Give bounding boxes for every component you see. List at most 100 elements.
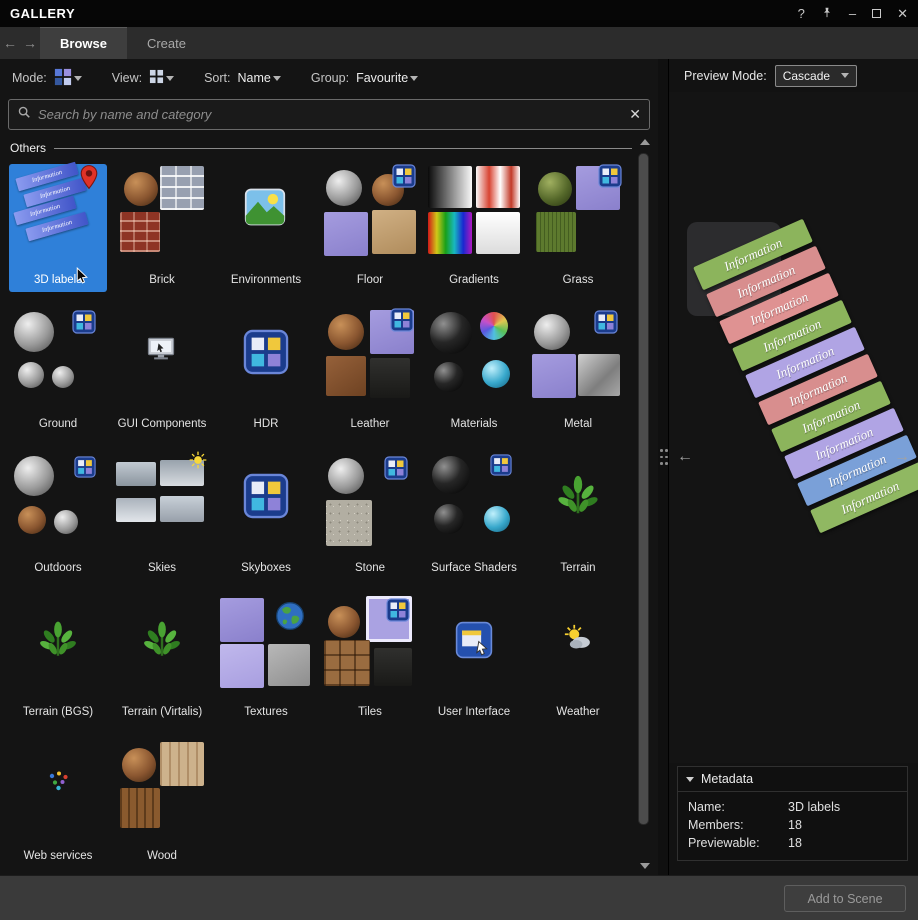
category-item[interactable]: Gradients — [422, 160, 526, 304]
category-card[interactable]: Surface Shaders — [425, 452, 523, 580]
group-dropdown[interactable]: Favourite — [356, 71, 418, 85]
category-item[interactable]: Grass — [526, 160, 630, 304]
category-card[interactable]: Floor — [321, 164, 419, 292]
category-card[interactable]: Stone — [321, 452, 419, 580]
brown-sphere — [328, 314, 364, 350]
category-card[interactable]: Tiles — [321, 596, 419, 724]
category-item[interactable]: Terrain (BGS) — [6, 592, 110, 736]
tab-browse[interactable]: Browse — [40, 27, 127, 59]
category-card[interactable]: Wood — [113, 740, 211, 868]
metal-tile — [578, 354, 620, 396]
search-icon — [17, 105, 31, 124]
category-item[interactable]: Terrain (Virtalis) — [110, 592, 214, 736]
brown-sphere — [18, 506, 46, 534]
view-dropdown[interactable] — [149, 69, 174, 87]
appblue-icon — [74, 456, 96, 478]
metadata-panel: Metadata Name:3D labelsMembers:18Preview… — [677, 766, 908, 861]
category-thumbnail — [218, 596, 314, 692]
category-card[interactable]: Terrain — [529, 452, 627, 580]
category-label: Brick — [113, 274, 211, 286]
category-card[interactable]: Leather — [321, 308, 419, 436]
category-item[interactable]: InformationInformationInformationInforma… — [6, 160, 110, 304]
close-button[interactable]: ✕ — [897, 7, 908, 20]
back-button[interactable]: ← — [0, 27, 20, 59]
category-item[interactable]: Floor — [318, 160, 422, 304]
vertical-scrollbar[interactable] — [637, 139, 650, 869]
category-card[interactable]: Metal — [529, 308, 627, 436]
appblue-icon — [390, 308, 414, 332]
category-card[interactable]: Environments — [217, 164, 315, 292]
category-card[interactable]: Textures — [217, 596, 315, 724]
pin-icon — [76, 164, 102, 190]
category-card[interactable]: Ground — [9, 308, 107, 436]
category-item[interactable]: HDR — [214, 304, 318, 448]
category-card[interactable]: GUI Components — [113, 308, 211, 436]
category-item[interactable]: Stone — [318, 448, 422, 592]
add-to-scene-button[interactable]: Add to Scene — [784, 885, 906, 912]
category-card[interactable]: User Interface — [425, 596, 523, 724]
category-card[interactable]: Skyboxes — [217, 452, 315, 580]
category-card[interactable]: Skies — [113, 452, 211, 580]
category-item[interactable]: Skies — [110, 448, 214, 592]
category-item[interactable]: Weather — [526, 592, 630, 736]
category-item[interactable]: Tiles — [318, 592, 422, 736]
category-thumbnail — [218, 164, 314, 260]
view-label: View: — [112, 71, 142, 85]
metadata-header[interactable]: Metadata — [678, 767, 907, 792]
collapse-icon — [686, 777, 694, 782]
tab-create[interactable]: Create — [127, 27, 206, 59]
category-item[interactable]: Ground — [6, 304, 110, 448]
category-item[interactable]: Web services — [6, 736, 110, 880]
bottom-bar: Add to Scene — [0, 875, 918, 920]
mode-dropdown[interactable] — [54, 68, 82, 89]
scroll-up-icon[interactable] — [640, 139, 650, 145]
category-card[interactable]: Gradients — [425, 164, 523, 292]
category-item[interactable]: User Interface — [422, 592, 526, 736]
scroll-down-icon[interactable] — [640, 863, 650, 869]
pane-splitter[interactable] — [658, 59, 668, 875]
help-button[interactable]: ? — [798, 7, 805, 20]
preview-prev-button[interactable]: ← — [677, 448, 693, 466]
category-item[interactable]: Textures — [214, 592, 318, 736]
pin-icon[interactable] — [821, 7, 833, 21]
category-item[interactable]: Brick — [110, 160, 214, 304]
gray-sphere — [18, 362, 44, 388]
category-card-selected[interactable]: InformationInformationInformationInforma… — [9, 164, 107, 292]
category-card[interactable]: Outdoors — [9, 452, 107, 580]
preview-next-button[interactable]: → — [894, 448, 910, 466]
category-item[interactable]: Wood — [110, 736, 214, 880]
category-card[interactable]: Brick — [113, 164, 211, 292]
category-card[interactable]: Materials — [425, 308, 523, 436]
category-label: Grass — [529, 274, 627, 286]
category-label: HDR — [217, 418, 315, 430]
titlebar-buttons: ? – ✕ — [798, 7, 908, 21]
metadata-value: 18 — [788, 816, 802, 834]
forward-button[interactable]: → — [20, 27, 40, 59]
brown-sphere — [124, 172, 158, 206]
search-input[interactable] — [38, 107, 622, 122]
category-item[interactable]: GUI Components — [110, 304, 214, 448]
category-label: Skyboxes — [217, 562, 315, 574]
scrollbar-thumb[interactable] — [638, 153, 649, 825]
minimize-button[interactable]: – — [849, 7, 856, 20]
preview-mode-dropdown[interactable]: Cascade — [775, 65, 857, 87]
category-item[interactable]: Outdoors — [6, 448, 110, 592]
category-item[interactable]: Leather — [318, 304, 422, 448]
category-card[interactable]: Web services — [9, 740, 107, 868]
category-item[interactable]: Metal — [526, 304, 630, 448]
category-item[interactable]: Terrain — [526, 448, 630, 592]
category-item[interactable]: Skyboxes — [214, 448, 318, 592]
category-item[interactable]: Materials — [422, 304, 526, 448]
category-card[interactable]: Terrain (Virtalis) — [113, 596, 211, 724]
clear-search-button[interactable]: ✕ — [629, 106, 641, 123]
section-divider — [54, 148, 632, 149]
category-item[interactable]: Environments — [214, 160, 318, 304]
category-card[interactable]: Grass — [529, 164, 627, 292]
category-card[interactable]: HDR — [217, 308, 315, 436]
category-card[interactable]: Weather — [529, 596, 627, 724]
chevron-down-icon — [410, 76, 418, 81]
category-item[interactable]: Surface Shaders — [422, 448, 526, 592]
sort-dropdown[interactable]: Name — [238, 71, 281, 85]
maximize-button[interactable] — [872, 7, 881, 20]
category-card[interactable]: Terrain (BGS) — [9, 596, 107, 724]
